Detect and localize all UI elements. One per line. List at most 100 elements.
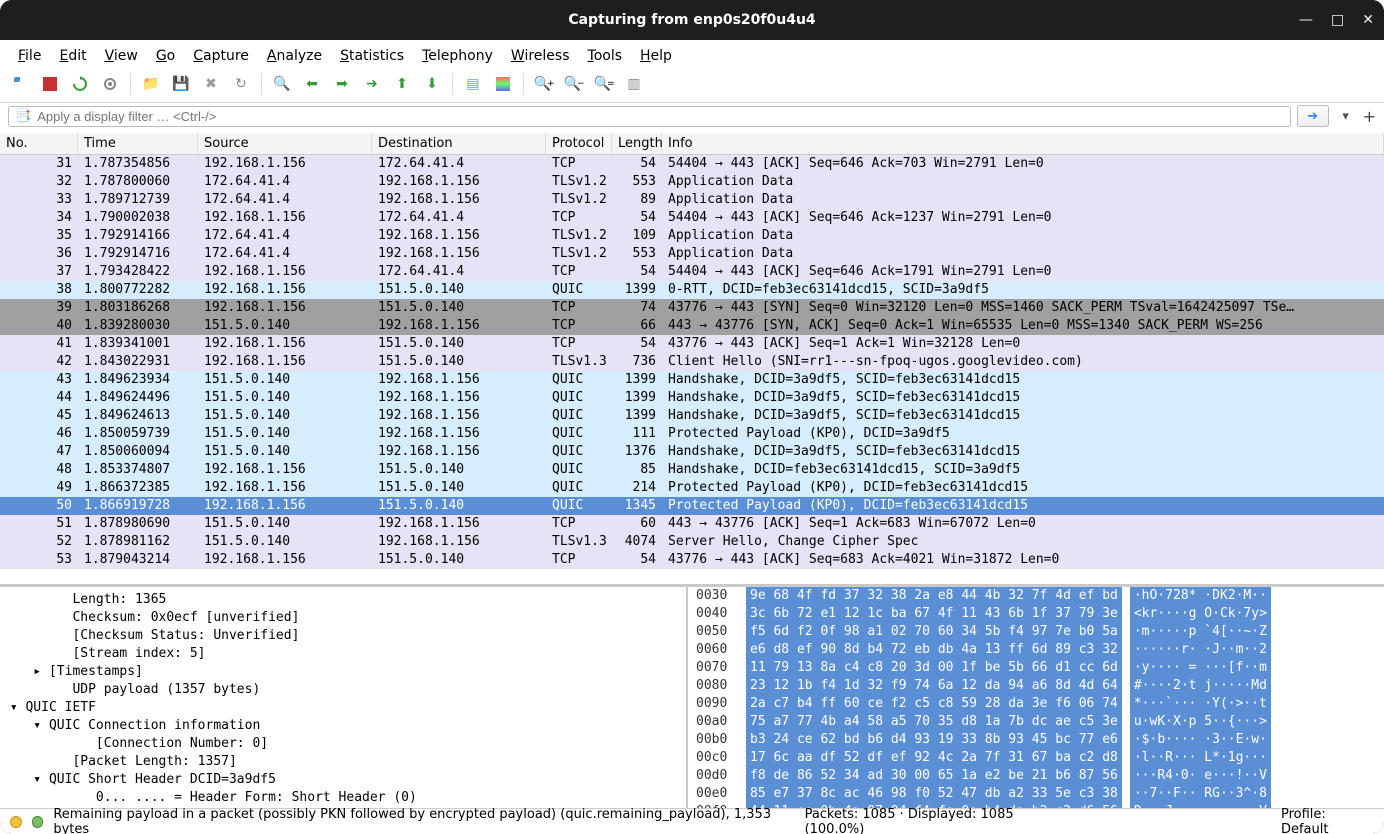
go-last-icon[interactable]: ⬇: [420, 72, 444, 96]
packet-row[interactable]: 361.792914716172.64.41.4192.168.1.156TLS…: [0, 245, 1384, 263]
colorize-icon[interactable]: [491, 72, 515, 96]
menu-help[interactable]: Help: [632, 44, 680, 68]
menu-tools[interactable]: Tools: [580, 44, 631, 68]
menu-capture[interactable]: Capture: [185, 44, 257, 68]
display-filter-input[interactable]: 📑: [8, 106, 1291, 127]
stop-capture-icon[interactable]: [38, 72, 62, 96]
packet-row[interactable]: 411.839341001192.168.1.156151.5.0.140TCP…: [0, 335, 1384, 353]
packet-row[interactable]: 421.843022931192.168.1.156151.5.0.140TLS…: [0, 353, 1384, 371]
packet-row[interactable]: 351.792914166172.64.41.4192.168.1.156TLS…: [0, 227, 1384, 245]
hex-row[interactable]: 008023 12 1b f4 1d 32 f9 74 6a 12 da 94 …: [688, 677, 1384, 695]
tree-item[interactable]: ▾ QUIC Connection information: [2, 717, 684, 735]
col-len[interactable]: Length: [612, 133, 662, 154]
reload-icon[interactable]: ↻: [229, 72, 253, 96]
menu-analyze[interactable]: Analyze: [259, 44, 330, 68]
packet-row[interactable]: 451.849624613151.5.0.140192.168.1.156QUI…: [0, 407, 1384, 425]
status-profile[interactable]: Profile: Default: [1281, 807, 1374, 834]
tree-item[interactable]: UDP payload (1357 bytes): [2, 681, 684, 699]
packet-details-tree[interactable]: Length: 1365 Checksum: 0x0ecf [unverifie…: [0, 587, 688, 808]
go-to-packet-icon[interactable]: ➜: [360, 72, 384, 96]
tree-item[interactable]: ▾ QUIC Short Header DCID=3a9df5: [2, 771, 684, 789]
menu-file[interactable]: File: [10, 44, 49, 68]
packet-row[interactable]: 331.789712739172.64.41.4192.168.1.156TLS…: [0, 191, 1384, 209]
menu-telephony[interactable]: Telephony: [414, 44, 501, 68]
maximize-icon[interactable]: □: [1331, 12, 1344, 28]
packet-row[interactable]: 381.800772282192.168.1.156151.5.0.140QUI…: [0, 281, 1384, 299]
menu-statistics[interactable]: Statistics: [332, 44, 412, 68]
start-capture-icon[interactable]: [8, 72, 32, 96]
auto-scroll-icon[interactable]: ▤: [461, 72, 485, 96]
menu-view[interactable]: View: [97, 44, 146, 68]
col-info[interactable]: Info: [662, 133, 1384, 154]
resize-columns-icon[interactable]: ▥: [622, 72, 646, 96]
go-first-icon[interactable]: ⬆: [390, 72, 414, 96]
toolbar: 📁 💾 ✖ ↻ 🔍 ⬅ ➡ ➜ ⬆ ⬇ ▤ 🔍+ 🔍− 🔍= ▥: [0, 70, 1384, 103]
tree-item[interactable]: Checksum: 0x0ecf [unverified]: [2, 609, 684, 627]
packet-row[interactable]: 511.878980690151.5.0.140192.168.1.156TCP…: [0, 515, 1384, 533]
open-file-icon[interactable]: 📁: [139, 72, 163, 96]
expert-info-icon[interactable]: [10, 816, 22, 828]
hex-row[interactable]: 00b0b3 24 ce 62 bd b6 d4 93 19 33 8b 93 …: [688, 731, 1384, 749]
col-dst[interactable]: Destination: [372, 133, 546, 154]
minimize-icon[interactable]: —: [1299, 12, 1313, 28]
hex-row[interactable]: 0060e6 d8 ef 90 8d b4 72 eb db 4a 13 ff …: [688, 641, 1384, 659]
go-forward-icon[interactable]: ➡: [330, 72, 354, 96]
close-file-icon[interactable]: ✖: [199, 72, 223, 96]
add-filter-button[interactable]: +: [1363, 107, 1376, 126]
tree-item[interactable]: ▾ QUIC IETF: [2, 699, 684, 717]
packet-row[interactable]: 371.793428422192.168.1.156172.64.41.4TCP…: [0, 263, 1384, 281]
packet-row[interactable]: 311.787354856192.168.1.156172.64.41.4TCP…: [0, 155, 1384, 173]
tree-item[interactable]: [Checksum Status: Unverified]: [2, 627, 684, 645]
hex-row[interactable]: 00309e 68 4f fd 37 32 38 2a e8 44 4b 32 …: [688, 587, 1384, 605]
hex-row[interactable]: 00403c 6b 72 e1 12 1c ba 67 4f 11 43 6b …: [688, 605, 1384, 623]
menu-go[interactable]: Go: [148, 44, 183, 68]
restart-capture-icon[interactable]: [68, 72, 92, 96]
tree-item[interactable]: [Connection Number: 0]: [2, 735, 684, 753]
packet-row[interactable]: 341.790002038192.168.1.156172.64.41.4TCP…: [0, 209, 1384, 227]
packet-row[interactable]: 481.853374807192.168.1.156151.5.0.140QUI…: [0, 461, 1384, 479]
zoom-out-icon[interactable]: 🔍−: [562, 72, 586, 96]
hex-row[interactable]: 00d0f8 de 86 52 34 ad 30 00 65 1a e2 be …: [688, 767, 1384, 785]
zoom-in-icon[interactable]: 🔍+: [532, 72, 556, 96]
packet-row[interactable]: 321.787800060172.64.41.4192.168.1.156TLS…: [0, 173, 1384, 191]
hex-row[interactable]: 00a075 a7 77 4b a4 58 a5 70 35 d8 1a 7b …: [688, 713, 1384, 731]
packet-row[interactable]: 391.803186268192.168.1.156151.5.0.140TCP…: [0, 299, 1384, 317]
packet-row[interactable]: 471.850060094151.5.0.140192.168.1.156QUI…: [0, 443, 1384, 461]
hex-row[interactable]: 00902a c7 b4 ff 60 ce f2 c5 c8 59 28 da …: [688, 695, 1384, 713]
tree-item[interactable]: [Packet Length: 1357]: [2, 753, 684, 771]
go-back-icon[interactable]: ⬅: [300, 72, 324, 96]
col-src[interactable]: Source: [198, 133, 372, 154]
menu-edit[interactable]: Edit: [51, 44, 94, 68]
packet-row[interactable]: 491.866372385192.168.1.156151.5.0.140QUI…: [0, 479, 1384, 497]
packet-row[interactable]: 461.850059739151.5.0.140192.168.1.156QUI…: [0, 425, 1384, 443]
filter-expression-button[interactable]: ▾: [1335, 105, 1357, 127]
col-time[interactable]: Time: [78, 133, 198, 154]
hex-row[interactable]: 007011 79 13 8a c4 c8 20 3d 00 1f be 5b …: [688, 659, 1384, 677]
packet-row[interactable]: 431.849623934151.5.0.140192.168.1.156QUI…: [0, 371, 1384, 389]
apply-filter-button[interactable]: ➔: [1297, 105, 1329, 127]
tree-item[interactable]: ▸ [Timestamps]: [2, 663, 684, 681]
packet-list[interactable]: 311.787354856192.168.1.156172.64.41.4TCP…: [0, 155, 1384, 584]
packet-bytes-hex[interactable]: 00309e 68 4f fd 37 32 38 2a e8 44 4b 32 …: [688, 587, 1384, 808]
packet-row[interactable]: 501.866919728192.168.1.156151.5.0.140QUI…: [0, 497, 1384, 515]
hex-row[interactable]: 00c017 6c aa df 52 df ef 92 4c 2a 7f 31 …: [688, 749, 1384, 767]
hex-row[interactable]: 0050f5 6d f2 0f 98 a1 02 70 60 34 5b f4 …: [688, 623, 1384, 641]
close-icon[interactable]: ✕: [1362, 12, 1374, 28]
packet-row[interactable]: 531.879043214192.168.1.156151.5.0.140TCP…: [0, 551, 1384, 569]
packet-row[interactable]: 441.849624496151.5.0.140192.168.1.156QUI…: [0, 389, 1384, 407]
filter-field[interactable]: [37, 109, 1283, 124]
save-file-icon[interactable]: 💾: [169, 72, 193, 96]
packet-row[interactable]: 521.878981162151.5.0.140192.168.1.156TLS…: [0, 533, 1384, 551]
bookmark-icon[interactable]: 📑: [15, 109, 31, 124]
tree-item[interactable]: 0... .... = Header Form: Short Header (0…: [2, 789, 684, 807]
hex-row[interactable]: 00e085 e7 37 8c ac 46 98 f0 52 47 db a2 …: [688, 785, 1384, 803]
zoom-reset-icon[interactable]: 🔍=: [592, 72, 616, 96]
tree-item[interactable]: Length: 1365: [2, 591, 684, 609]
col-proto[interactable]: Protocol: [546, 133, 612, 154]
packet-row[interactable]: 401.839280030151.5.0.140192.168.1.156TCP…: [0, 317, 1384, 335]
tree-item[interactable]: [Stream index: 5]: [2, 645, 684, 663]
col-no[interactable]: No.: [0, 133, 78, 154]
capture-options-icon[interactable]: [98, 72, 122, 96]
find-packet-icon[interactable]: 🔍: [270, 72, 294, 96]
menu-wireless[interactable]: Wireless: [503, 44, 578, 68]
